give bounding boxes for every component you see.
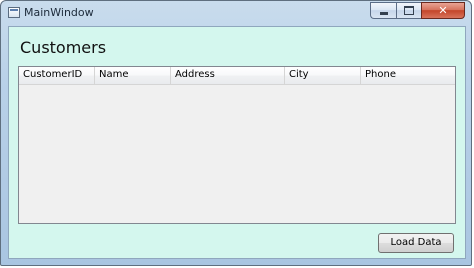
caption-buttons: ✕ — [370, 2, 465, 20]
window-client-area: Customers CustomerID Name Address City P… — [8, 26, 466, 259]
main-window: MainWindow ✕ Customers CustomerID Name A… — [0, 0, 472, 266]
column-header-customerid[interactable]: CustomerID — [19, 67, 95, 84]
column-header-name[interactable]: Name — [95, 67, 171, 84]
close-button[interactable]: ✕ — [421, 2, 465, 19]
window-app-icon[interactable] — [8, 7, 20, 18]
column-header-phone[interactable]: Phone — [361, 67, 455, 84]
maximize-icon — [404, 6, 414, 15]
load-data-button[interactable]: Load Data — [378, 233, 454, 253]
maximize-button[interactable] — [396, 2, 421, 19]
column-header-address[interactable]: Address — [171, 67, 285, 84]
close-icon: ✕ — [438, 4, 448, 17]
minimize-button[interactable] — [370, 2, 396, 19]
column-header-city[interactable]: City — [285, 67, 361, 84]
customers-data-grid[interactable]: CustomerID Name Address City Phone — [18, 66, 456, 224]
minimize-icon — [379, 11, 388, 15]
window-title: MainWindow — [24, 6, 94, 19]
title-bar[interactable]: MainWindow ✕ — [1, 1, 471, 25]
grid-header-row: CustomerID Name Address City Phone — [19, 67, 455, 85]
page-title: Customers — [20, 38, 107, 57]
